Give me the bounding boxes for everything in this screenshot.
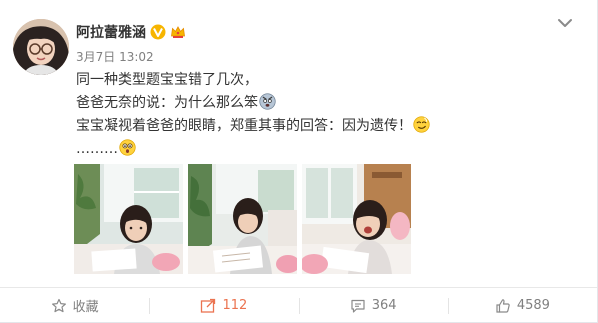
photo-girl-laughing[interactable] — [302, 164, 411, 274]
avatar-photo — [13, 19, 69, 75]
action-bar: 收藏 112 364 4589 — [0, 287, 597, 323]
photo-3-image — [302, 164, 411, 274]
comment-button[interactable]: 364 — [298, 288, 448, 323]
post-text-line: 同一种类型题宝宝错了几次， — [76, 72, 258, 88]
shocked-face-icon — [119, 139, 136, 156]
post-text: 同一种类型题宝宝错了几次， 爸爸无奈的说：为什么那么笨 宝宝凝视着爸爸的眼睛，郑… — [76, 69, 576, 161]
favorite-button[interactable]: 收藏 — [0, 288, 149, 323]
repost-icon — [201, 298, 216, 313]
photo-1-image — [74, 164, 183, 274]
weibo-post-card: 阿拉蕾雅涵 3月7日 13:02 同一种类型题宝宝错了几次， 爸爸无奈的说：为什… — [0, 0, 598, 323]
like-button[interactable]: 4589 — [447, 288, 597, 323]
author-row: 阿拉蕾雅涵 — [76, 22, 186, 42]
repost-button[interactable]: 112 — [149, 288, 298, 323]
author-name[interactable]: 阿拉蕾雅涵 — [76, 22, 146, 42]
star-icon — [51, 298, 66, 312]
comment-count: 364 — [371, 298, 397, 313]
favorite-label: 收藏 — [72, 300, 99, 315]
repost-count: 112 — [222, 298, 248, 313]
photo-girl-writing[interactable] — [188, 164, 297, 274]
chevron-down-icon[interactable] — [557, 17, 573, 29]
member-crown-icon — [171, 26, 185, 38]
author-avatar[interactable] — [13, 19, 69, 75]
post-text-line: 爸爸无奈的说：为什么那么笨 — [76, 92, 576, 115]
thumbs-up-icon — [496, 298, 510, 313]
post-timestamp[interactable]: 3月7日 13:02 — [76, 48, 154, 65]
verified-badge-icon — [150, 24, 166, 40]
like-count: 4589 — [516, 298, 550, 313]
sad-face-icon — [259, 93, 276, 110]
smug-face-icon — [413, 116, 430, 133]
photo-girl-at-window[interactable] — [74, 164, 183, 274]
post-text-line: 宝宝凝视着爸爸的眼睛，郑重其事的回答：因为遗传！ — [76, 115, 576, 138]
photo-2-image — [188, 164, 297, 274]
post-text-line: ……… — [76, 138, 576, 161]
comment-icon — [351, 299, 365, 313]
